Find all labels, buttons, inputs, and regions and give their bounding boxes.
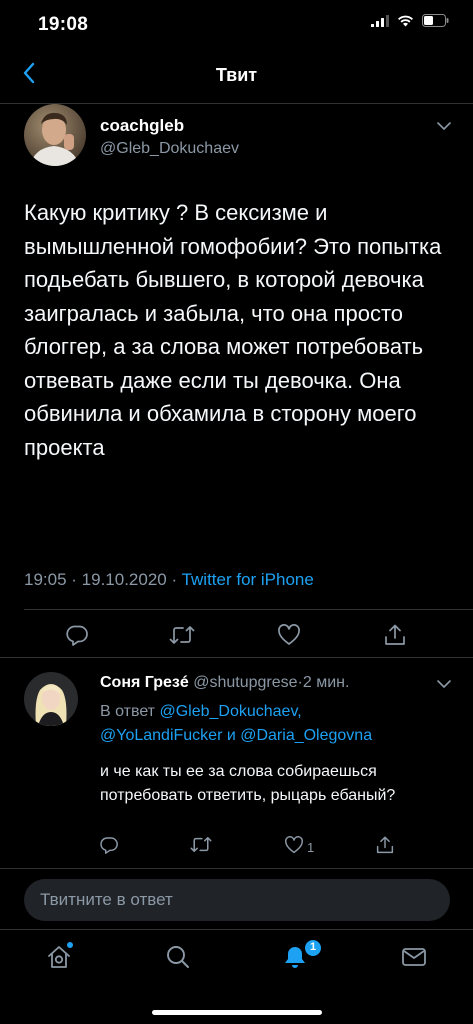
retweet-button[interactable] bbox=[190, 836, 212, 858]
divider bbox=[24, 609, 473, 610]
tab-search[interactable] bbox=[161, 942, 195, 976]
home-icon bbox=[46, 944, 72, 975]
like-button[interactable] bbox=[274, 622, 304, 652]
status-icons bbox=[371, 14, 449, 32]
reply-author-handle[interactable]: @shutupgrese bbox=[193, 674, 297, 691]
reply-text: и че как ты ее за слова собираешься потр… bbox=[100, 763, 396, 804]
reply-action-bar: 1 bbox=[0, 836, 473, 862]
like-icon bbox=[284, 836, 304, 859]
like-count: 1 bbox=[307, 840, 315, 855]
avatar[interactable] bbox=[24, 104, 86, 166]
tab-bar: 1 bbox=[0, 930, 473, 990]
battery-icon bbox=[422, 14, 449, 32]
home-indicator[interactable] bbox=[152, 1010, 322, 1015]
new-content-dot bbox=[67, 942, 73, 948]
status-time: 19:08 bbox=[38, 14, 89, 35]
nav-bar: Твит bbox=[0, 48, 473, 104]
search-icon bbox=[165, 944, 191, 975]
avatar[interactable] bbox=[24, 672, 78, 726]
reply-icon bbox=[99, 836, 119, 859]
chevron-down-icon[interactable] bbox=[436, 118, 452, 136]
tweet-text: Какую критику ? В сексизме и вымышленной… bbox=[24, 200, 442, 460]
tweet-meta: 19:05 · 19.10.2020 · Twitter for iPhone bbox=[24, 570, 314, 590]
reply-button[interactable] bbox=[99, 836, 119, 859]
tweet-date: 19.10.2020 bbox=[81, 570, 167, 589]
tweet-time: 19:05 bbox=[24, 570, 67, 589]
notifications-badge: 1 bbox=[304, 939, 322, 957]
retweet-icon bbox=[190, 836, 212, 858]
status-bar: 19:08 bbox=[0, 0, 473, 48]
reply-input[interactable] bbox=[24, 879, 450, 921]
replying-to-label: В ответ bbox=[100, 703, 156, 720]
mention-link[interactable]: @Daria_Olegovna bbox=[240, 727, 372, 744]
divider bbox=[0, 657, 473, 658]
meta-separator: · bbox=[66, 570, 82, 589]
retweet-button[interactable] bbox=[167, 622, 197, 652]
reply-author-name[interactable]: Соня Грезé bbox=[100, 674, 189, 691]
like-button[interactable]: 1 bbox=[284, 836, 314, 859]
reply-time: 2 мин. bbox=[302, 674, 350, 691]
like-icon bbox=[277, 623, 301, 651]
replying-to: В ответ @Gleb_Dokuchaev, @YoLandiFucker … bbox=[100, 700, 450, 748]
share-button[interactable] bbox=[380, 622, 410, 652]
signal-icon bbox=[371, 14, 389, 32]
share-icon bbox=[384, 624, 406, 651]
mention-conjunction: и bbox=[226, 727, 236, 744]
share-icon bbox=[376, 836, 394, 859]
retweet-icon bbox=[169, 625, 195, 650]
author-name[interactable]: coachgleb bbox=[100, 116, 184, 136]
meta-separator: · bbox=[166, 570, 182, 589]
reply-header: Соня Грезé @shutupgrese·2 мин. bbox=[100, 674, 349, 692]
mention-link[interactable]: @YoLandiFucker bbox=[100, 727, 222, 744]
reply-icon bbox=[65, 624, 89, 651]
page-title: Твит bbox=[215, 65, 258, 85]
divider bbox=[0, 868, 473, 869]
mention-link[interactable]: @Gleb_Dokuchaev, bbox=[159, 703, 301, 720]
messages-icon bbox=[401, 946, 427, 973]
tweet-source-link[interactable]: Twitter for iPhone bbox=[182, 570, 314, 589]
reply-button[interactable] bbox=[62, 622, 92, 652]
author-handle[interactable]: @Gleb_Dokuchaev bbox=[100, 140, 239, 158]
share-button[interactable] bbox=[376, 836, 394, 859]
tweet-action-bar bbox=[0, 622, 473, 654]
tab-messages[interactable] bbox=[397, 942, 431, 976]
wifi-icon bbox=[397, 14, 414, 32]
chevron-down-icon[interactable] bbox=[436, 676, 452, 694]
reply-compose bbox=[24, 879, 450, 921]
